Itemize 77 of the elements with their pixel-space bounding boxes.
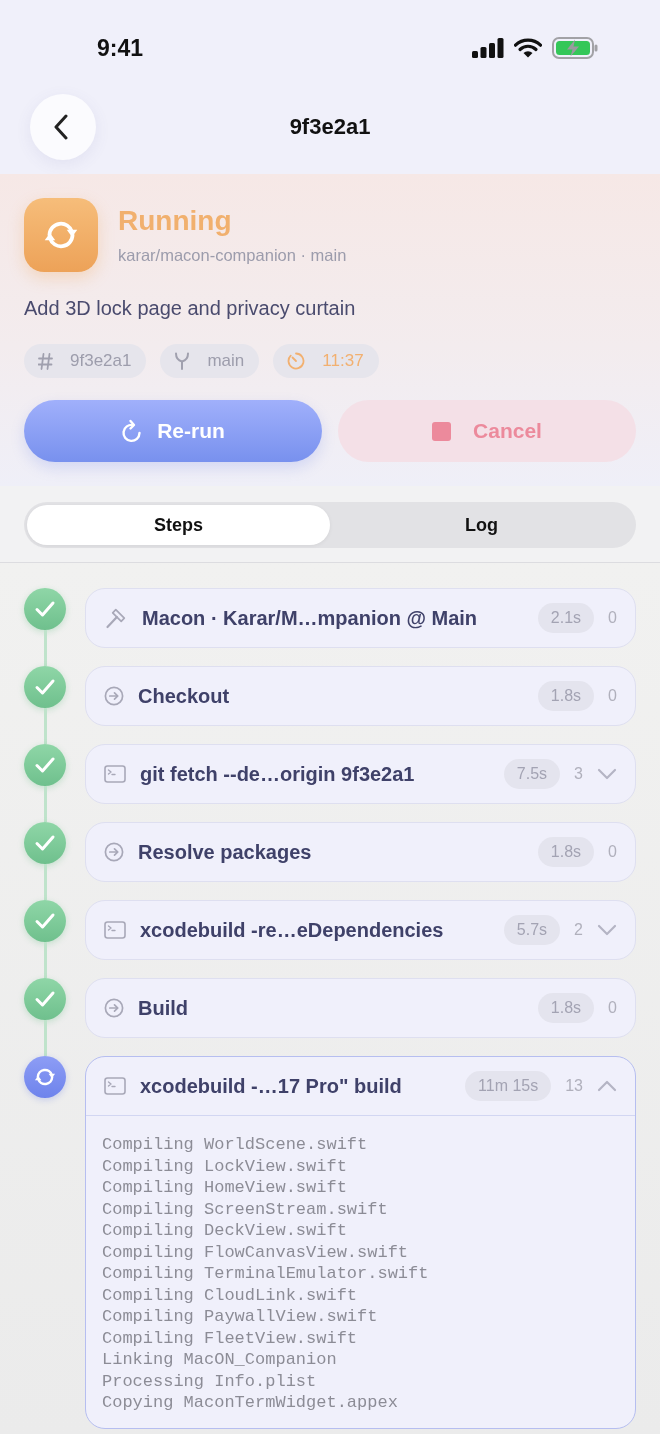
timeline-connector xyxy=(43,708,47,744)
terminal-icon xyxy=(104,765,126,783)
log-line: Compiling FlowCanvasView.swift xyxy=(102,1241,410,1263)
chevron-up-icon[interactable] xyxy=(597,1080,617,1092)
elapsed-time: 11:37 xyxy=(322,351,364,371)
line-count: 0 xyxy=(608,687,617,705)
repo-branch-text: karar/macon-companion · main xyxy=(118,245,347,265)
commit-message: Add 3D lock page and privacy curtain xyxy=(24,296,357,321)
log-line: Processing Info.plist xyxy=(102,1370,318,1392)
arrow-circle-icon xyxy=(104,686,124,706)
terminal-icon xyxy=(104,921,126,939)
timeline-connector xyxy=(43,1020,47,1056)
timeline-connector xyxy=(43,942,47,978)
step-card[interactable] xyxy=(85,1056,636,1429)
refresh-icon xyxy=(121,419,144,443)
hash-icon xyxy=(38,352,53,370)
duration-chip: 1.8s xyxy=(537,681,595,711)
step-card[interactable]: Build 1.8s 0 xyxy=(85,978,636,1038)
timeline-connector xyxy=(43,864,47,900)
log-line: Compiling CloudLink.swift xyxy=(102,1284,359,1306)
chevron-left-icon xyxy=(54,114,68,140)
log-line: Compiling TerminalEmulator.swift xyxy=(102,1263,430,1285)
log-line: Compiling DeckView.swift xyxy=(102,1220,348,1242)
step-title: Resolve packages xyxy=(138,840,313,864)
chevron-down-icon[interactable] xyxy=(597,924,617,936)
line-count: 3 xyxy=(574,765,583,783)
step-card[interactable]: Resolve packages 1.8s 0 xyxy=(85,822,636,882)
line-count: 0 xyxy=(608,843,617,861)
segment-tab[interactable]: Steps xyxy=(27,505,330,545)
log-line: Compiling ScreenStream.swift xyxy=(102,1198,389,1220)
log-line: Linking MacON_Companion xyxy=(102,1349,338,1371)
line-count: 13 xyxy=(565,1077,583,1095)
branch-icon xyxy=(174,352,191,370)
duration-chip: 1.8s xyxy=(537,993,595,1023)
step-title: Macon · Karar/M…mpanion @ Main xyxy=(142,606,479,630)
segment-tab[interactable]: Log xyxy=(330,505,633,545)
step-card[interactable]: Macon · Karar/M…mpanion @ Main 2.1s 0 xyxy=(85,588,636,648)
timer-icon xyxy=(287,352,306,370)
log-line: Compiling PaywallView.swift xyxy=(102,1306,379,1328)
hammer-icon xyxy=(104,606,128,630)
duration-chip: 5.7s xyxy=(503,915,561,945)
terminal-icon xyxy=(104,1077,126,1095)
wifi-icon xyxy=(514,38,542,58)
stop-icon xyxy=(432,421,452,441)
branch-name: main xyxy=(207,351,245,371)
line-count: 2 xyxy=(574,921,583,939)
step-card[interactable]: git fetch --de…origin 9f3e2a1 7.5s 3 xyxy=(85,744,636,804)
step-card[interactable]: Checkout 1.8s 0 xyxy=(85,666,636,726)
duration-chip: 1.8s xyxy=(537,837,595,867)
line-count: 0 xyxy=(608,609,617,627)
duration-chip: 7.5s xyxy=(503,759,561,789)
commit-hash: 9f3e2a1 xyxy=(70,351,132,371)
timeline-connector xyxy=(43,630,47,666)
status-time: 9:41 xyxy=(97,34,144,62)
log-line: Compiling FleetView.swift xyxy=(102,1327,359,1349)
timeline-connector xyxy=(43,786,47,822)
signal-icon xyxy=(472,38,504,58)
line-count: 0 xyxy=(608,999,617,1017)
arrow-circle-icon xyxy=(104,998,124,1018)
log-line: Copying MaconTermWidget.appex xyxy=(102,1392,399,1414)
step-card[interactable]: xcodebuild -re…eDependencies 5.7s 2 xyxy=(85,900,636,960)
step-title: Checkout xyxy=(138,684,231,708)
page-title: 9f3e2a1 xyxy=(288,113,372,141)
battery-charging-icon xyxy=(552,37,598,59)
chevron-down-icon[interactable] xyxy=(597,768,617,780)
log-line: Compiling HomeView.swift xyxy=(102,1177,348,1199)
sync-icon xyxy=(24,198,98,272)
step-title: xcodebuild -…17 Pro" build xyxy=(140,1074,403,1098)
step-title: xcodebuild -re…eDependencies xyxy=(140,918,445,942)
run-status: Running xyxy=(118,204,233,238)
step-title: git fetch --de…origin 9f3e2a1 xyxy=(140,762,416,786)
step-title: Build xyxy=(138,996,189,1020)
log-line: Compiling LockView.swift xyxy=(102,1155,348,1177)
duration-chip: 11m 15s xyxy=(465,1071,552,1101)
arrow-circle-icon xyxy=(104,842,124,862)
duration-chip: 2.1s xyxy=(537,603,595,633)
log-line: Compiling WorldScene.swift xyxy=(102,1134,369,1156)
